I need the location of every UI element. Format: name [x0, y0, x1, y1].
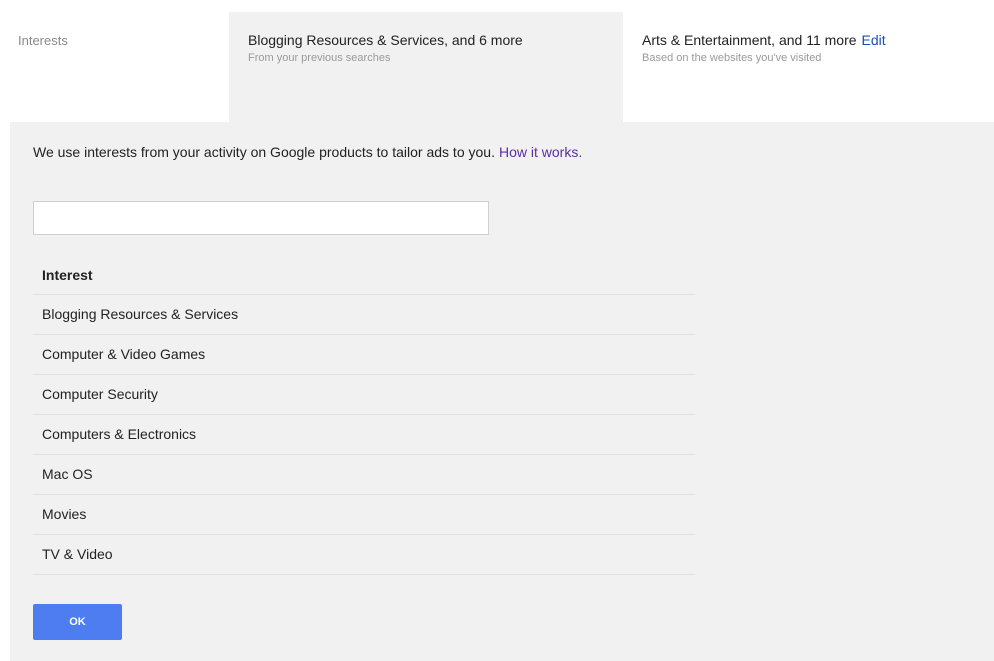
- table-row: Movies: [33, 495, 695, 535]
- intro-text-line: We use interests from your activity on G…: [33, 144, 582, 160]
- interest-search-input[interactable]: [33, 201, 489, 235]
- how-it-works-link[interactable]: How it works.: [499, 144, 582, 160]
- table-row: Blogging Resources & Services: [33, 295, 695, 335]
- table-row: Mac OS: [33, 455, 695, 495]
- interest-column-header: Interest: [33, 256, 695, 295]
- tab-previous-searches[interactable]: Blogging Resources & Services, and 6 mor…: [229, 12, 623, 122]
- interests-tab-row: Interests Blogging Resources & Services,…: [0, 0, 994, 122]
- table-row: Computer Security: [33, 375, 695, 415]
- interest-table: Interest Blogging Resources & Services C…: [33, 256, 695, 575]
- table-row: Computer & Video Games: [33, 335, 695, 375]
- tab-visited-websites-title: Arts & Entertainment, and 11 more: [642, 32, 857, 48]
- tab-previous-searches-subtitle: From your previous searches: [248, 52, 391, 64]
- intro-text: We use interests from your activity on G…: [33, 144, 495, 160]
- tab-visited-websites-title-line: Arts & Entertainment, and 11 more Edit: [642, 32, 994, 49]
- interests-panel: We use interests from your activity on G…: [10, 122, 994, 661]
- ok-button[interactable]: OK: [33, 604, 122, 640]
- tab-visited-websites-subtitle: Based on the websites you've visited: [642, 52, 822, 64]
- table-row: Computers & Electronics: [33, 415, 695, 455]
- tab-visited-websites[interactable]: Arts & Entertainment, and 11 more Edit Ba…: [623, 12, 994, 122]
- table-row: TV & Video: [33, 535, 695, 575]
- edit-link[interactable]: Edit: [862, 32, 886, 48]
- tab-previous-searches-title: Blogging Resources & Services, and 6 mor…: [248, 32, 523, 48]
- interests-row-label: Interests: [18, 33, 68, 48]
